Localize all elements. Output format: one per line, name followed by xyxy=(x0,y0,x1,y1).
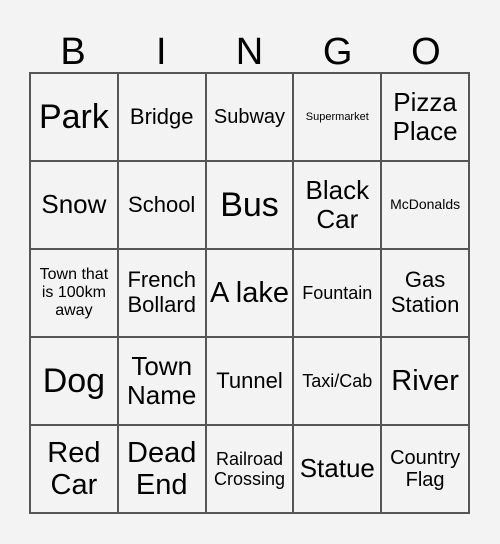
bingo-grid: Park Bridge Subway Supermarket Pizza Pla… xyxy=(29,72,470,514)
bingo-cell[interactable]: Dead End xyxy=(117,425,206,513)
bingo-cell[interactable]: Red Car xyxy=(30,425,118,513)
bingo-cell[interactable]: Snow xyxy=(30,161,118,249)
header-letter-n: N xyxy=(235,31,264,73)
header-letter-b: B xyxy=(60,31,86,73)
bingo-cell[interactable]: Black Car xyxy=(293,161,382,249)
header-letter-i: I xyxy=(156,31,167,73)
bingo-header: B I N G O xyxy=(29,30,470,73)
bingo-cell[interactable]: Railroad Crossing xyxy=(205,425,294,513)
bingo-cell[interactable]: McDonalds xyxy=(381,161,469,249)
bingo-cell[interactable]: Taxi/Cab xyxy=(293,337,382,425)
bingo-cell[interactable]: Statue xyxy=(293,425,382,513)
bingo-cell[interactable]: School xyxy=(117,161,206,249)
header-letter-g: G xyxy=(322,31,353,73)
bingo-cell[interactable]: Town Name xyxy=(117,337,206,425)
bingo-cell[interactable]: Town that is 100km away xyxy=(30,249,118,337)
bingo-cell[interactable]: Subway xyxy=(205,73,294,161)
bingo-cell[interactable]: Park xyxy=(30,73,118,161)
bingo-cell[interactable]: French Bollard xyxy=(117,249,206,337)
bingo-cell[interactable]: Gas Station xyxy=(381,249,469,337)
bingo-cell[interactable]: Dog xyxy=(30,337,118,425)
bingo-cell[interactable]: Pizza Place xyxy=(381,73,469,161)
bingo-cell[interactable]: Fountain xyxy=(293,249,382,337)
bingo-cell[interactable]: Bus xyxy=(205,161,294,249)
bingo-cell[interactable]: Tunnel xyxy=(205,337,294,425)
bingo-cell[interactable]: Country Flag xyxy=(381,425,469,513)
bingo-cell[interactable]: River xyxy=(381,337,469,425)
bingo-cell[interactable]: A lake xyxy=(205,249,294,337)
bingo-cell[interactable]: Bridge xyxy=(117,73,206,161)
header-letter-o: O xyxy=(411,31,441,73)
bingo-cell[interactable]: Supermarket xyxy=(293,73,382,161)
